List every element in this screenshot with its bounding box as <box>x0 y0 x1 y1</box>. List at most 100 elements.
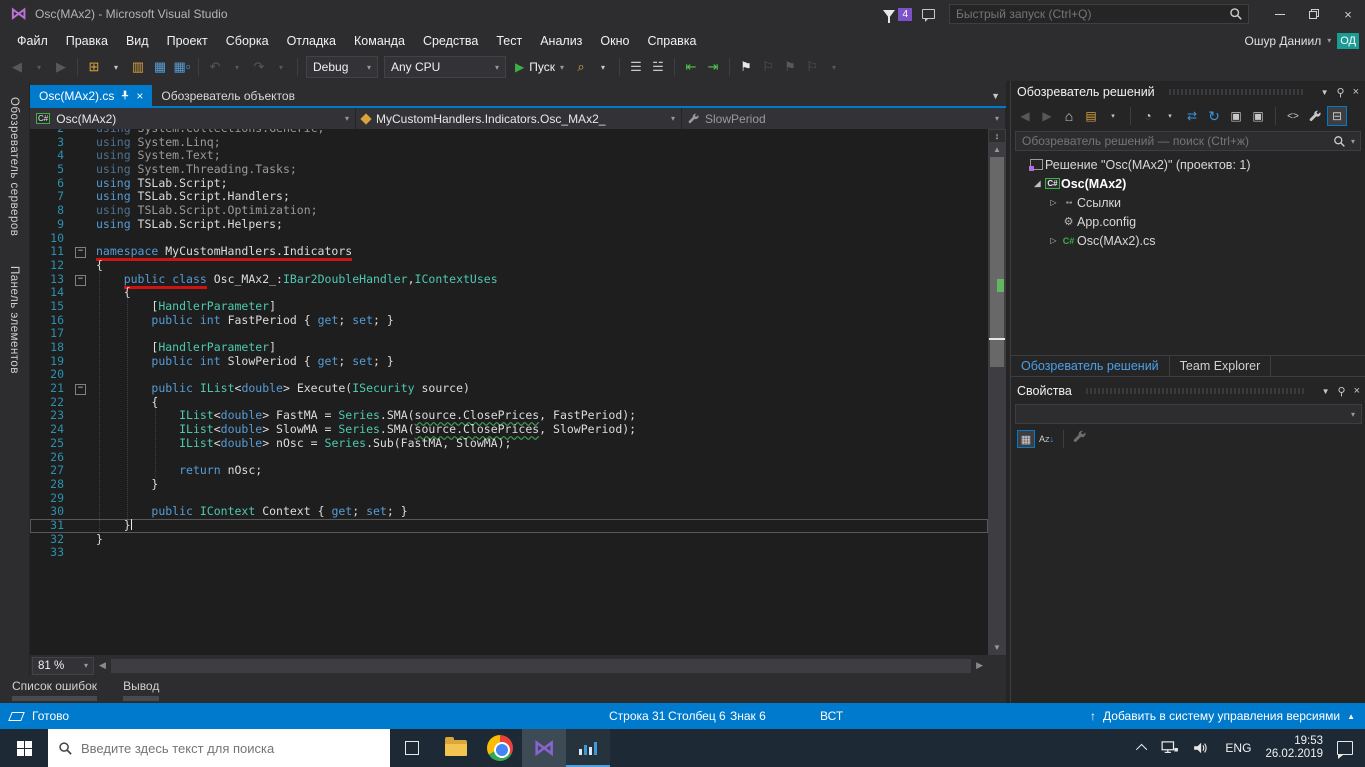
taskbar-search-box[interactable] <box>48 729 390 767</box>
fold-marker-icon[interactable] <box>74 382 90 396</box>
pending-changes-icon[interactable]: ▤ <box>1081 106 1101 126</box>
menu-item[interactable]: Проект <box>158 31 217 51</box>
chevron-down-icon[interactable]: ▾ <box>1351 137 1355 146</box>
code-line-11[interactable]: 11 namespace MyCustomHandlers.Indicators <box>30 244 988 259</box>
code-line-22[interactable]: 22 { <box>30 395 988 410</box>
tree-item[interactable]: ◢ C# Osc(MAx2) <box>1011 174 1365 193</box>
clear-bookmarks-icon[interactable]: ⚐ <box>802 56 822 78</box>
code-line-18[interactable]: 18 [HandlerParameter] <box>30 340 988 355</box>
bottom-panel-tab[interactable]: Вывод <box>123 679 160 703</box>
new-project-icon[interactable]: ⊞ <box>84 56 104 78</box>
type-dropdown[interactable]: MyCustomHandlers.Indicators.Osc_MAx2_ ▾ <box>356 108 682 129</box>
comment-icon[interactable]: ☰ <box>626 56 646 78</box>
save-all-icon[interactable]: ▦▫ <box>172 56 192 78</box>
quick-launch-input[interactable] <box>950 7 1229 21</box>
scroll-left-icon[interactable]: ◀ <box>94 660 111 671</box>
menu-item[interactable]: Правка <box>57 31 117 51</box>
forward-icon[interactable]: ▶ <box>1037 106 1057 126</box>
code-line-6[interactable]: 6 using TSLab.Script; <box>30 176 988 191</box>
toggle-bookmark-icon[interactable]: ⚑ <box>736 56 756 78</box>
chevron-down-icon[interactable]: ▾ <box>106 56 126 78</box>
code-line-17[interactable]: 17 <box>30 327 988 341</box>
clock[interactable]: 19:53 26.02.2019 <box>1265 735 1323 761</box>
file-explorer-button[interactable] <box>434 729 478 767</box>
minimize-button[interactable] <box>1263 1 1297 27</box>
collapse-all-icon[interactable]: ⊟ <box>1327 106 1347 126</box>
next-bookmark-icon[interactable]: ⚑ <box>780 56 800 78</box>
start-debugging-button[interactable]: ▶ Пуск ▾ <box>515 60 564 74</box>
menu-item[interactable]: Анализ <box>531 31 591 51</box>
code-line-9[interactable]: 9 using TSLab.Script.Helpers; <box>30 217 988 232</box>
fold-marker-icon[interactable] <box>74 273 90 287</box>
code-line-3[interactable]: 3 using System.Linq; <box>30 135 988 150</box>
close-icon[interactable]: × <box>1353 86 1359 98</box>
code-line-7[interactable]: 7 using TSLab.Script.Handlers; <box>30 190 988 204</box>
visual-studio-button[interactable]: ⋈ <box>522 729 566 767</box>
solution-platforms-combo[interactable]: Any CPU ▾ <box>384 56 506 78</box>
notification-count-badge[interactable]: 4 <box>898 7 912 21</box>
chevron-down-icon[interactable]: ▾ <box>271 56 291 78</box>
tree-item[interactable]: Решение "Osc(MAx2)" (проектов: 1) <box>1011 155 1365 174</box>
menu-item[interactable]: Окно <box>591 31 638 51</box>
categorized-icon[interactable]: ▦ <box>1017 430 1035 448</box>
chevron-down-icon[interactable]: ▾ <box>593 56 613 78</box>
restore-button[interactable] <box>1297 1 1331 27</box>
document-list-dropdown-icon[interactable]: ▼ <box>991 91 1000 101</box>
tree-expander-icon[interactable]: ▷ <box>1047 198 1060 207</box>
chevron-down-icon[interactable]: ▾ <box>824 56 844 78</box>
code-line-16[interactable]: 16 public int FastPeriod { get; set; } <box>30 313 988 328</box>
close-button[interactable]: × <box>1331 1 1365 27</box>
notifications-filter-icon[interactable] <box>883 10 896 23</box>
user-name[interactable]: Ошур Даниил <box>1245 34 1322 48</box>
code-line-12[interactable]: 12 { <box>30 258 988 273</box>
tree-item[interactable]: ▷ C# Osc(MAx2).cs <box>1011 231 1365 250</box>
code-line-4[interactable]: 4 using System.Text; <box>30 149 988 163</box>
code-line-33[interactable]: 33 <box>30 546 988 560</box>
decrease-indent-icon[interactable]: ⇤ <box>681 56 701 78</box>
uncomment-icon[interactable]: ☱ <box>648 56 668 78</box>
hidden-icons-chevron[interactable] <box>1136 743 1148 756</box>
tool-rail-tab[interactable]: Панель элементов <box>8 256 20 384</box>
code-line-25[interactable]: 25 IList<double> nOsc = Series.Sub(FastM… <box>30 436 988 451</box>
panel-tab[interactable]: Team Explorer <box>1170 356 1272 376</box>
chevron-down-icon[interactable]: ▾ <box>29 56 49 78</box>
code-line-28[interactable]: 28 } <box>30 477 988 492</box>
alphabetical-icon[interactable]: AZ↓ <box>1039 434 1054 444</box>
code-line-23[interactable]: 23 IList<double> FastMA = Series.SMA(sou… <box>30 409 988 423</box>
properties-icon[interactable]: ▣ <box>1226 106 1246 126</box>
panel-tab[interactable]: Обозреватель решений <box>1011 356 1170 376</box>
previous-bookmark-icon[interactable]: ⚐ <box>758 56 778 78</box>
code-line-21[interactable]: 21 public IList<double> Execute(ISecurit… <box>30 381 988 396</box>
bottom-panel-tab[interactable]: Список ошибок <box>12 679 98 703</box>
speaker-icon[interactable] <box>1193 741 1211 755</box>
code-line-19[interactable]: 19 public int SlowPeriod { get; set; } <box>30 354 988 369</box>
scroll-down-icon[interactable]: ▼ <box>988 642 1006 654</box>
pin-icon[interactable] <box>120 89 130 103</box>
solution-explorer-search-box[interactable]: ▾ <box>1015 131 1361 151</box>
chrome-button[interactable] <box>478 729 522 767</box>
back-icon[interactable]: ◀ <box>1015 106 1035 126</box>
pin-icon[interactable]: ⚲ <box>1337 86 1345 99</box>
scrollbar-thumb[interactable] <box>990 157 1004 367</box>
tree-item[interactable]: ▷ ▪-▪ Ссылки <box>1011 193 1365 212</box>
wrench-icon[interactable] <box>1305 106 1325 126</box>
menu-item[interactable]: Команда <box>345 31 414 51</box>
nav-forward-icon[interactable]: ▶ <box>51 56 71 78</box>
task-view-button[interactable] <box>390 729 434 767</box>
code-line-26[interactable]: 26 <box>30 450 988 465</box>
home-icon[interactable]: ⌂ <box>1059 106 1079 126</box>
add-item-icon[interactable]: ▥ <box>128 56 148 78</box>
properties-object-combo[interactable]: ▾ <box>1015 404 1362 424</box>
code-line-8[interactable]: 8 using TSLab.Script.Optimization; <box>30 203 988 218</box>
chevron-down-icon[interactable]: ▾ <box>1160 106 1180 126</box>
code-line-27[interactable]: 27 return nOsc; <box>30 463 988 478</box>
tree-expander-icon[interactable]: ◢ <box>1031 179 1044 188</box>
project-dropdown[interactable]: C# Osc(MAx2) ▾ <box>30 108 356 129</box>
properties-title-bar[interactable]: Свойства ▼ ⚲ × <box>1011 380 1365 402</box>
increase-indent-icon[interactable]: ⇥ <box>703 56 723 78</box>
user-area[interactable]: Ошур Даниил ▾ ОД <box>1245 28 1359 53</box>
save-icon[interactable]: ▦ <box>150 56 170 78</box>
code-editor[interactable]: 2using System.Collections.Generic;3using… <box>30 129 1006 655</box>
solution-configurations-combo[interactable]: Debug ▾ <box>306 56 378 78</box>
history-icon[interactable]: ◔ <box>1138 106 1158 126</box>
